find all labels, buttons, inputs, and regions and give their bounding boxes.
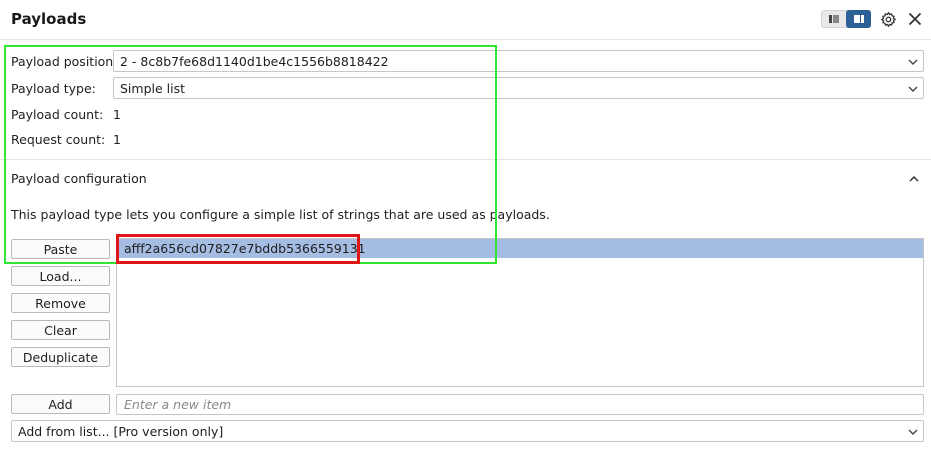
list-item[interactable]: afff2a656cd07827e7bddb5366559131 — [117, 239, 923, 258]
payload-configuration-description: This payload type lets you configure a s… — [11, 207, 550, 222]
chevron-down-icon — [908, 429, 918, 435]
request-count-value: 1 — [113, 132, 121, 147]
add-from-list-select[interactable]: Add from list... [Pro version only] — [11, 420, 924, 442]
payload-count-label: Payload count: — [11, 107, 104, 122]
request-count-label: Request count: — [11, 132, 106, 147]
deduplicate-button[interactable]: Deduplicate — [11, 347, 110, 367]
payload-count-value: 1 — [113, 107, 121, 122]
payload-configuration-title: Payload configuration — [11, 171, 147, 186]
gear-icon[interactable] — [879, 10, 897, 28]
payload-position-select[interactable]: 2 - 8c8b7fe68d1140d1be4c1556b8818422 — [113, 50, 924, 72]
new-item-input[interactable]: Enter a new item — [116, 394, 924, 415]
chevron-down-icon — [908, 59, 918, 65]
payload-type-value: Simple list — [120, 80, 186, 96]
payload-type-select[interactable]: Simple list — [113, 77, 924, 99]
payload-position-value: 2 - 8c8b7fe68d1140d1be4c1556b8818422 — [120, 53, 389, 69]
section-divider — [0, 159, 931, 160]
close-icon[interactable] — [906, 10, 924, 28]
add-button[interactable]: Add — [11, 394, 110, 414]
page-title: Payloads — [11, 10, 87, 28]
payload-list[interactable]: afff2a656cd07827e7bddb5366559131 — [116, 238, 924, 387]
paste-button[interactable]: Paste — [11, 239, 110, 259]
list-layout-icon[interactable] — [821, 10, 846, 28]
chevron-up-icon[interactable] — [907, 172, 921, 186]
payloads-header: Payloads — [0, 0, 931, 40]
add-from-list-label: Add from list... [Pro version only] — [18, 423, 224, 439]
layout-toggle[interactable] — [821, 10, 871, 28]
remove-button[interactable]: Remove — [11, 293, 110, 313]
load-button[interactable]: Load... — [11, 266, 110, 286]
clear-button[interactable]: Clear — [11, 320, 110, 340]
chevron-down-icon — [908, 86, 918, 92]
payload-type-label: Payload type: — [11, 81, 96, 96]
payload-position-label: Payload position: — [11, 54, 118, 69]
panel-layout-icon[interactable] — [846, 10, 871, 28]
